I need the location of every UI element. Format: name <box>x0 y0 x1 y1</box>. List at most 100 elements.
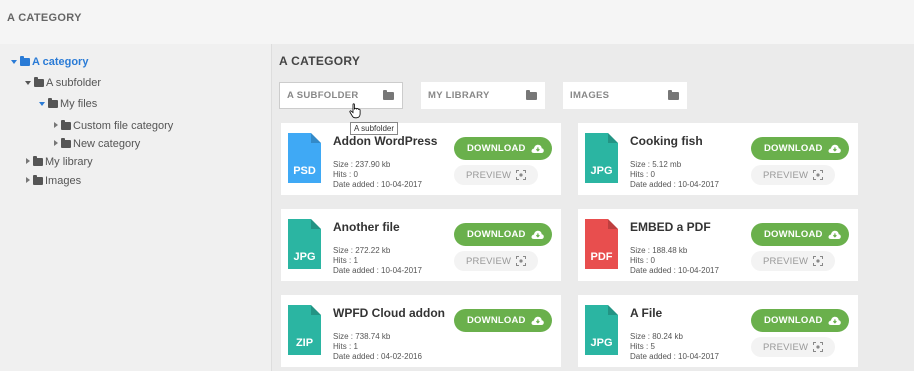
preview-button[interactable]: PREVIEW <box>751 337 835 357</box>
preview-button-label: PREVIEW <box>466 255 512 267</box>
tree-item-custom-file-category[interactable]: Custom file category <box>52 118 173 134</box>
file-hits: Hits : 0 <box>333 170 358 179</box>
file-type-label: PDF <box>590 251 613 263</box>
download-button[interactable]: DOWNLOAD <box>454 223 552 246</box>
file-size: Size : 738.74 kb <box>333 332 391 341</box>
preview-button-label: PREVIEW <box>466 169 512 181</box>
preview-button[interactable]: PREVIEW <box>454 251 538 271</box>
cloud-download-icon <box>828 316 841 325</box>
download-button[interactable]: DOWNLOAD <box>751 223 849 246</box>
file-type-label: JPG <box>590 337 613 349</box>
folder-button-my-library[interactable]: MY LIBRARY <box>421 82 545 109</box>
file-card: JPG Cooking fish Size : 5.12 mb Hits : 0… <box>578 123 858 195</box>
expand-arrow-icon[interactable] <box>24 158 32 166</box>
file-type-label-wrap: JPG <box>585 133 618 183</box>
preview-button-label: PREVIEW <box>763 255 809 267</box>
expand-arrow-icon[interactable] <box>39 100 47 108</box>
file-type-label: JPG <box>293 251 316 263</box>
file-date: Date added : 10-04-2017 <box>630 352 719 361</box>
tree-item-label: New category <box>73 138 141 150</box>
category-title: A CATEGORY <box>279 54 361 68</box>
file-card: PSD Addon WordPress Size : 237.90 kb Hit… <box>281 123 561 195</box>
tree-item-images[interactable]: Images <box>24 173 81 189</box>
download-button[interactable]: DOWNLOAD <box>454 309 552 332</box>
file-name[interactable]: WPFD Cloud addon <box>333 306 445 320</box>
preview-button-label: PREVIEW <box>763 169 809 181</box>
tree-item-label: Images <box>45 175 82 187</box>
file-name[interactable]: EMBED a PDF <box>630 220 711 234</box>
download-button-label: DOWNLOAD <box>764 315 823 326</box>
folder-button-images[interactable]: IMAGES <box>563 82 687 109</box>
cloud-download-icon <box>531 230 544 239</box>
file-card: JPG A File Size : 80.24 kb Hits : 5 Date… <box>578 295 858 367</box>
folder-icon <box>61 120 71 130</box>
preview-icon <box>813 342 823 352</box>
expand-arrow-icon[interactable] <box>24 177 32 185</box>
file-size: Size : 80.24 kb <box>630 332 683 341</box>
file-date: Date added : 10-04-2017 <box>630 266 719 275</box>
preview-button[interactable]: PREVIEW <box>454 165 538 185</box>
file-card: PDF EMBED a PDF Size : 188.48 kb Hits : … <box>578 209 858 281</box>
folder-icon <box>33 175 43 185</box>
file-name[interactable]: Addon WordPress <box>333 134 437 148</box>
folder-icon <box>48 98 58 108</box>
file-hits: Hits : 0 <box>630 256 655 265</box>
hand-cursor-icon <box>349 103 361 119</box>
expand-arrow-icon[interactable] <box>11 58 19 66</box>
folder-button-label: A SUBFOLDER <box>287 90 359 101</box>
file-size: Size : 188.48 kb <box>630 246 688 255</box>
file-date: Date added : 10-04-2017 <box>333 180 422 189</box>
file-card: JPG Another file Size : 272.22 kb Hits :… <box>281 209 561 281</box>
folder-icon <box>668 89 679 100</box>
file-size: Size : 237.90 kb <box>333 160 391 169</box>
file-name[interactable]: Cooking fish <box>630 134 703 148</box>
tree-item-new-category[interactable]: New category <box>52 136 140 152</box>
folder-button-label: IMAGES <box>570 90 610 101</box>
download-button-label: DOWNLOAD <box>764 229 823 240</box>
download-button[interactable]: DOWNLOAD <box>751 137 849 160</box>
tree-item-label: A subfolder <box>46 77 102 89</box>
download-button-label: DOWNLOAD <box>467 229 526 240</box>
file-type-label: ZIP <box>295 337 314 349</box>
cloud-download-icon <box>828 144 841 153</box>
expand-arrow-icon[interactable] <box>25 79 33 87</box>
file-type-label-wrap: JPG <box>585 305 618 355</box>
preview-button[interactable]: PREVIEW <box>751 251 835 271</box>
expand-arrow-icon[interactable] <box>52 140 60 148</box>
tree-item-label: A category <box>32 56 89 68</box>
expand-arrow-icon[interactable] <box>52 122 60 130</box>
tree-item-label: My files <box>60 98 98 110</box>
file-size: Size : 5.12 mb <box>630 160 682 169</box>
tree-item-label: My library <box>45 156 93 168</box>
folder-icon <box>34 77 44 87</box>
file-name[interactable]: A File <box>630 306 662 320</box>
download-button-label: DOWNLOAD <box>467 143 526 154</box>
preview-button-label: PREVIEW <box>763 341 809 353</box>
tree-item-a-category[interactable]: A category <box>11 54 88 70</box>
main-content: A CATEGORY A SUBFOLDER MY LIBRARY IMAGES… <box>272 44 914 371</box>
download-button[interactable]: DOWNLOAD <box>751 309 849 332</box>
file-hits: Hits : 1 <box>333 256 358 265</box>
file-name[interactable]: Another file <box>333 220 400 234</box>
file-hits: Hits : 1 <box>333 342 358 351</box>
tree-item-my-files[interactable]: My files <box>39 96 97 112</box>
preview-icon <box>516 170 526 180</box>
folder-button-a-subfolder[interactable]: A SUBFOLDER <box>279 82 403 109</box>
category-tree: A category A subfolder My files Custom f… <box>0 44 272 371</box>
cloud-download-icon <box>531 144 544 153</box>
file-date: Date added : 04-02-2016 <box>333 352 422 361</box>
tree-item-my-library[interactable]: My library <box>24 154 93 170</box>
preview-icon <box>516 256 526 266</box>
preview-button[interactable]: PREVIEW <box>751 165 835 185</box>
download-button[interactable]: DOWNLOAD <box>454 137 552 160</box>
folder-icon <box>20 56 30 66</box>
folder-icon <box>526 89 537 100</box>
top-bar: A CATEGORY <box>0 0 914 44</box>
file-type-label-wrap: PSD <box>288 133 321 183</box>
tree-item-a-subfolder[interactable]: A subfolder <box>25 75 101 91</box>
cloud-download-icon <box>828 230 841 239</box>
file-size: Size : 272.22 kb <box>333 246 391 255</box>
page-title: A CATEGORY <box>7 12 82 24</box>
file-type-label: PSD <box>293 165 316 177</box>
cloud-download-icon <box>531 316 544 325</box>
